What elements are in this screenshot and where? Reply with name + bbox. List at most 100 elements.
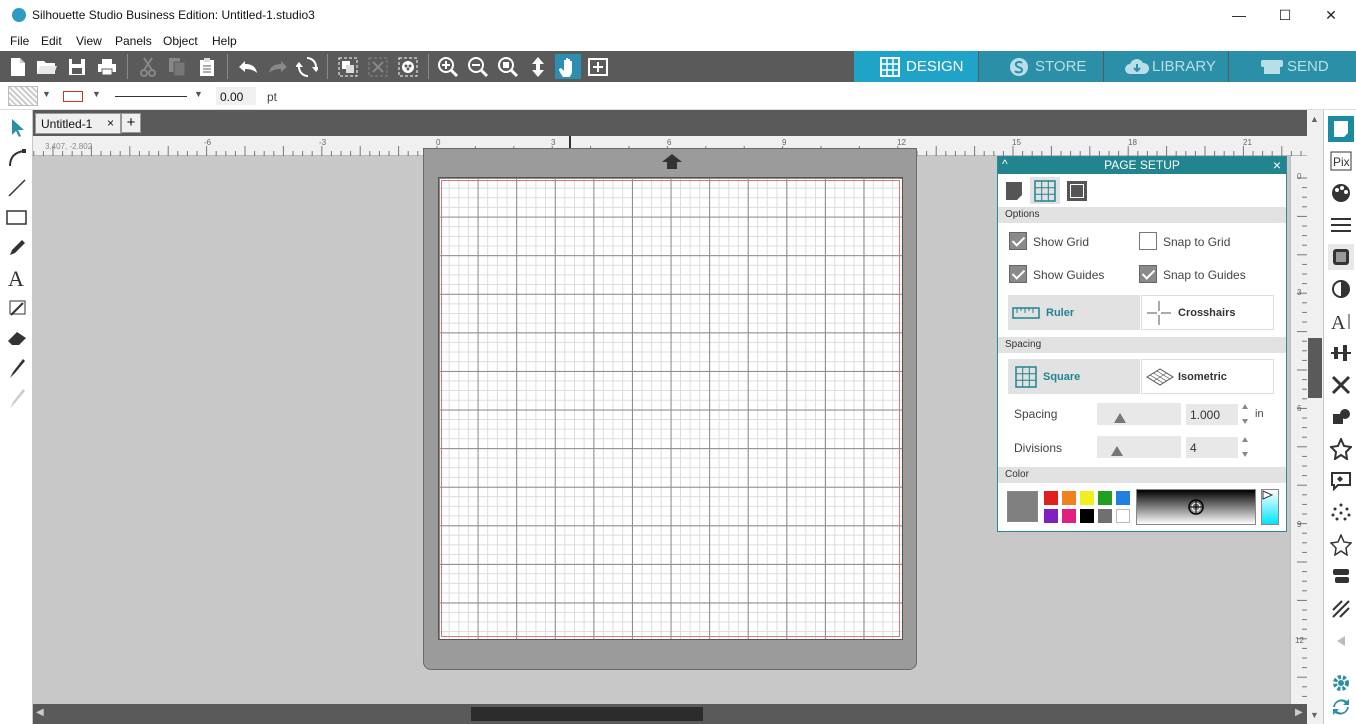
new-document-icon[interactable] bbox=[5, 54, 31, 79]
design-store-star-icon[interactable] bbox=[1328, 532, 1354, 558]
vertical-scrollbar[interactable]: ▲ ▼ bbox=[1307, 110, 1323, 724]
color-swatch[interactable] bbox=[1044, 491, 1058, 505]
collapse-panel-icon[interactable]: ^ bbox=[1002, 156, 1008, 173]
tab-design[interactable]: DESIGN bbox=[854, 51, 978, 82]
color-swatch[interactable] bbox=[1080, 509, 1094, 523]
spacing-stepper[interactable] bbox=[1241, 403, 1249, 425]
square-grid-button[interactable]: Square bbox=[1008, 359, 1140, 394]
line-tool-icon[interactable] bbox=[5, 176, 29, 200]
maximize-button[interactable]: ☐ bbox=[1262, 0, 1308, 31]
document-tab[interactable]: Untitled-1 × bbox=[35, 113, 121, 134]
divisions-slider[interactable] bbox=[1097, 436, 1181, 458]
zoom-out-icon[interactable] bbox=[465, 54, 491, 79]
color-swatch[interactable] bbox=[1080, 491, 1094, 505]
rectangle-tool-icon[interactable] bbox=[5, 206, 29, 230]
vertical-scroll-thumb[interactable] bbox=[1308, 338, 1322, 398]
line-color-swatch[interactable] bbox=[63, 91, 83, 102]
rotate-icon[interactable] bbox=[294, 54, 320, 79]
color-swatch[interactable] bbox=[1116, 509, 1130, 523]
line-style-icon[interactable] bbox=[1328, 212, 1354, 238]
color-swatch[interactable] bbox=[1098, 509, 1112, 523]
hue-slider-handle-icon[interactable] bbox=[1262, 490, 1274, 500]
scroll-right-icon[interactable]: ▶ bbox=[1295, 707, 1303, 718]
pencil-tool-icon[interactable] bbox=[5, 236, 29, 260]
text-style-icon[interactable]: A bbox=[1328, 308, 1354, 334]
show-grid-checkbox[interactable] bbox=[1009, 232, 1027, 250]
group-icon[interactable] bbox=[335, 54, 361, 79]
cut-lines-icon[interactable] bbox=[1328, 596, 1354, 622]
compound-path-icon[interactable] bbox=[395, 54, 421, 79]
divisions-input[interactable]: 4 bbox=[1186, 437, 1238, 458]
trace-icon[interactable] bbox=[1328, 468, 1354, 494]
sketch-icon[interactable] bbox=[1328, 500, 1354, 526]
fill-palette-icon[interactable] bbox=[1328, 180, 1354, 206]
chevron-down-icon[interactable]: ▼ bbox=[42, 89, 51, 99]
tab-send[interactable]: SEND bbox=[1229, 51, 1356, 82]
slider-handle-icon[interactable] bbox=[1114, 413, 1126, 423]
minimize-button[interactable]: — bbox=[1216, 0, 1262, 31]
pan-hand-icon[interactable] bbox=[555, 54, 581, 79]
spacing-slider[interactable] bbox=[1097, 403, 1181, 425]
crosshairs-button[interactable]: Crosshairs bbox=[1141, 295, 1274, 330]
redo-icon[interactable] bbox=[265, 54, 291, 79]
current-color-swatch[interactable] bbox=[1007, 491, 1038, 522]
image-effects-icon[interactable] bbox=[1328, 244, 1354, 270]
color-swatch[interactable] bbox=[1062, 491, 1076, 505]
horizontal-scrollbar[interactable]: ◀ ▶ bbox=[33, 704, 1307, 724]
ruler-button[interactable]: Ruler bbox=[1008, 295, 1140, 330]
print-icon[interactable] bbox=[94, 54, 120, 79]
color-swatch[interactable] bbox=[1098, 491, 1112, 505]
fill-pattern-swatch[interactable] bbox=[8, 86, 38, 106]
menu-panels[interactable]: Panels bbox=[115, 34, 152, 48]
color-picker-crosshair-icon[interactable] bbox=[1187, 498, 1205, 516]
isometric-grid-button[interactable]: Isometric bbox=[1141, 359, 1274, 394]
settings-gear-icon[interactable] bbox=[1328, 670, 1354, 696]
star-icon[interactable] bbox=[1328, 436, 1354, 462]
replicate-icon[interactable] bbox=[1328, 404, 1354, 430]
slider-handle-icon[interactable] bbox=[1111, 446, 1123, 456]
menu-object[interactable]: Object bbox=[163, 34, 198, 48]
grid-tab-icon[interactable] bbox=[1030, 177, 1060, 204]
horizontal-scroll-thumb[interactable] bbox=[471, 707, 703, 721]
collapse-arrow-icon[interactable] bbox=[1328, 628, 1354, 654]
hue-slider[interactable] bbox=[1261, 489, 1279, 525]
eyedropper-icon[interactable] bbox=[5, 386, 29, 410]
library-stack-icon[interactable] bbox=[1328, 564, 1354, 590]
undo-icon[interactable] bbox=[235, 54, 261, 79]
add-tab-button[interactable]: + bbox=[121, 113, 141, 133]
close-panel-icon[interactable]: × bbox=[1273, 157, 1281, 174]
close-tab-icon[interactable]: × bbox=[107, 116, 114, 130]
pixscan-icon[interactable]: Pix bbox=[1328, 148, 1354, 174]
snap-to-guides-checkbox[interactable] bbox=[1139, 265, 1157, 283]
menu-view[interactable]: View bbox=[76, 34, 102, 48]
show-guides-checkbox[interactable] bbox=[1009, 265, 1027, 283]
ungroup-icon[interactable] bbox=[365, 54, 391, 79]
spacing-input[interactable]: 1.000 bbox=[1186, 404, 1238, 425]
move-icon[interactable] bbox=[525, 54, 551, 79]
page-setup-icon[interactable] bbox=[1328, 116, 1354, 142]
line-width-input[interactable]: 0.00 bbox=[216, 87, 256, 105]
copy-icon[interactable] bbox=[164, 54, 190, 79]
scroll-down-icon[interactable]: ▼ bbox=[1310, 710, 1319, 720]
page-tab-icon[interactable] bbox=[1002, 177, 1026, 204]
tab-store[interactable]: STORE bbox=[979, 51, 1103, 82]
knife-blade-icon[interactable] bbox=[5, 356, 29, 380]
color-swatch[interactable] bbox=[1044, 509, 1058, 523]
save-icon[interactable] bbox=[64, 54, 90, 79]
paste-icon[interactable] bbox=[194, 54, 220, 79]
contrast-icon[interactable] bbox=[1328, 276, 1354, 302]
chevron-down-icon[interactable]: ▼ bbox=[92, 89, 101, 99]
scroll-up-icon[interactable]: ▲ bbox=[1310, 114, 1319, 124]
divisions-stepper[interactable] bbox=[1241, 436, 1249, 458]
chevron-down-icon[interactable]: ▼ bbox=[194, 89, 203, 99]
sync-icon[interactable] bbox=[1328, 694, 1354, 720]
eraser-tool-icon[interactable] bbox=[5, 326, 29, 350]
scroll-left-icon[interactable]: ◀ bbox=[36, 707, 44, 718]
snap-to-grid-checkbox[interactable] bbox=[1139, 232, 1157, 250]
close-button[interactable]: ✕ bbox=[1308, 0, 1354, 31]
tab-library[interactable]: LIBRARY bbox=[1104, 51, 1228, 82]
menu-help[interactable]: Help bbox=[212, 34, 237, 48]
select-arrow-icon[interactable] bbox=[5, 116, 29, 140]
color-gradient-picker[interactable] bbox=[1136, 489, 1256, 525]
menu-file[interactable]: File bbox=[10, 34, 29, 48]
